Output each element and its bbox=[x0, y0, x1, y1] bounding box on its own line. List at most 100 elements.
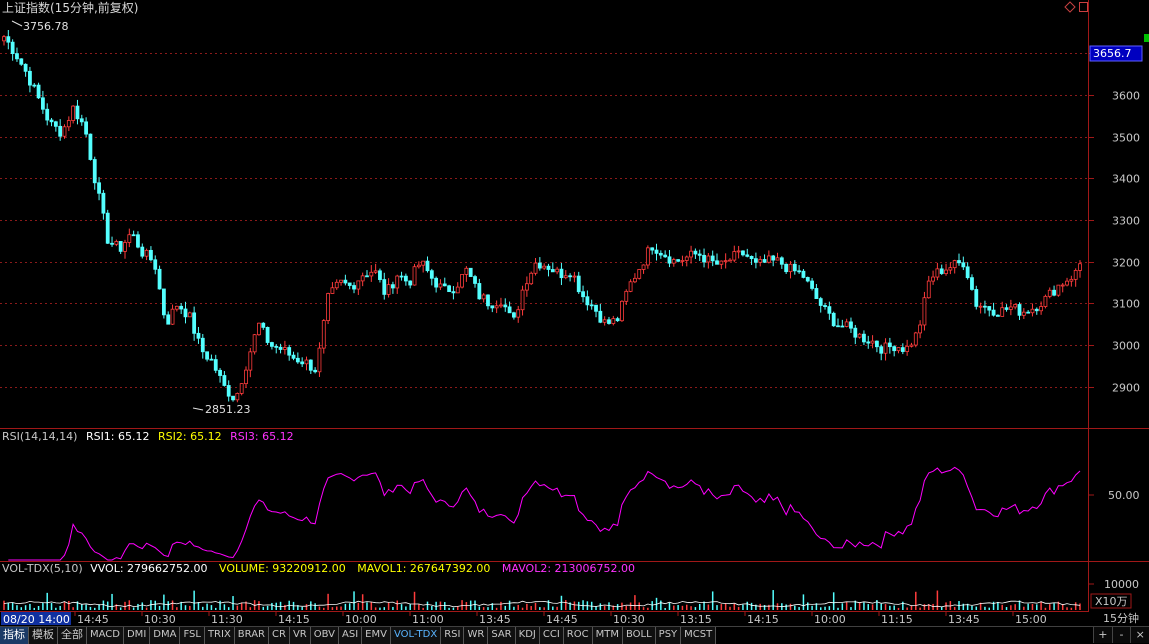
candle[interactable] bbox=[53, 120, 58, 132]
candle[interactable] bbox=[537, 257, 542, 271]
candle[interactable] bbox=[416, 261, 421, 269]
candle[interactable] bbox=[265, 326, 270, 345]
candle[interactable] bbox=[399, 271, 404, 281]
candle[interactable] bbox=[187, 311, 192, 318]
candle[interactable] bbox=[594, 304, 598, 318]
candle[interactable] bbox=[447, 284, 451, 293]
candle[interactable] bbox=[161, 288, 166, 319]
candle[interactable] bbox=[1013, 303, 1018, 310]
candle[interactable] bbox=[1069, 275, 1074, 287]
candle[interactable] bbox=[650, 247, 655, 255]
candle[interactable] bbox=[19, 58, 24, 66]
candle[interactable] bbox=[291, 351, 296, 361]
candle[interactable] bbox=[153, 255, 158, 275]
candle[interactable] bbox=[10, 39, 15, 61]
candle[interactable] bbox=[334, 279, 339, 290]
candle[interactable] bbox=[317, 342, 322, 377]
candle[interactable] bbox=[749, 255, 754, 265]
candle[interactable] bbox=[680, 255, 685, 267]
candle[interactable] bbox=[300, 357, 305, 368]
tab-dmi[interactable]: DMI bbox=[123, 627, 151, 644]
candle[interactable] bbox=[451, 286, 456, 300]
candle[interactable] bbox=[862, 330, 866, 345]
candle[interactable] bbox=[326, 292, 330, 324]
candle[interactable] bbox=[84, 117, 89, 137]
candle[interactable] bbox=[460, 274, 464, 289]
candle[interactable] bbox=[174, 305, 179, 312]
candle[interactable] bbox=[766, 250, 771, 264]
candle[interactable] bbox=[226, 380, 231, 402]
candle[interactable] bbox=[490, 305, 495, 313]
candle[interactable] bbox=[1030, 303, 1035, 317]
candle[interactable] bbox=[1021, 308, 1026, 319]
candle[interactable] bbox=[978, 302, 983, 314]
candle[interactable] bbox=[641, 264, 646, 274]
tab-boll[interactable]: BOLL bbox=[622, 627, 656, 644]
candle[interactable] bbox=[922, 291, 927, 331]
candle[interactable] bbox=[62, 124, 67, 139]
candle[interactable] bbox=[520, 285, 525, 316]
period-label[interactable]: 15分钟 bbox=[1093, 612, 1149, 626]
candle[interactable] bbox=[542, 263, 547, 270]
candle[interactable] bbox=[710, 250, 715, 267]
candle[interactable] bbox=[983, 300, 987, 314]
candle[interactable] bbox=[412, 263, 417, 286]
rsi-line[interactable] bbox=[8, 466, 1081, 561]
candle[interactable] bbox=[896, 347, 901, 354]
tab-kdj[interactable]: KDJ bbox=[515, 627, 540, 644]
candle[interactable] bbox=[572, 271, 577, 283]
candle[interactable] bbox=[974, 285, 979, 310]
candle[interactable] bbox=[244, 366, 248, 388]
candle[interactable] bbox=[1060, 282, 1065, 293]
candle[interactable] bbox=[831, 311, 836, 327]
candle[interactable] bbox=[36, 82, 41, 100]
candle[interactable] bbox=[408, 280, 413, 289]
candle[interactable] bbox=[775, 252, 780, 261]
candle[interactable] bbox=[442, 277, 447, 287]
candle[interactable] bbox=[1052, 285, 1056, 297]
candle[interactable] bbox=[330, 282, 335, 295]
candle[interactable] bbox=[633, 273, 637, 284]
candle[interactable] bbox=[970, 274, 974, 291]
candle[interactable] bbox=[965, 262, 970, 280]
candle[interactable] bbox=[1056, 284, 1061, 297]
candle[interactable] bbox=[304, 356, 309, 371]
candle[interactable] bbox=[136, 231, 140, 249]
candle[interactable] bbox=[499, 297, 503, 309]
candle[interactable] bbox=[788, 261, 793, 279]
candle[interactable] bbox=[840, 319, 845, 328]
candle[interactable] bbox=[598, 303, 603, 324]
tab-wr[interactable]: WR bbox=[464, 627, 489, 644]
candle[interactable] bbox=[706, 253, 711, 269]
candle[interactable] bbox=[810, 278, 814, 291]
candle[interactable] bbox=[239, 383, 244, 396]
tab-trix[interactable]: TRIX bbox=[204, 627, 235, 644]
candle[interactable] bbox=[157, 265, 162, 290]
candle[interactable] bbox=[1047, 287, 1052, 299]
candle[interactable] bbox=[343, 274, 348, 286]
candle[interactable] bbox=[741, 250, 745, 257]
tab-vol-tdx[interactable]: VOL-TDX bbox=[390, 627, 442, 644]
candle[interactable] bbox=[762, 254, 767, 263]
candle[interactable] bbox=[2, 34, 6, 46]
candle[interactable] bbox=[231, 395, 235, 402]
candle[interactable] bbox=[28, 66, 32, 93]
candle[interactable] bbox=[235, 392, 240, 403]
chart-canvas[interactable]: 370036003500340033003200310030002900 14:… bbox=[0, 0, 1149, 643]
candle[interactable] bbox=[179, 303, 184, 315]
tab-dma[interactable]: DMA bbox=[150, 627, 181, 644]
candle[interactable] bbox=[382, 272, 387, 300]
candle[interactable] bbox=[568, 273, 572, 282]
candle[interactable] bbox=[611, 315, 616, 326]
candle[interactable] bbox=[913, 331, 918, 348]
candle[interactable] bbox=[6, 30, 11, 50]
candle[interactable] bbox=[477, 278, 482, 300]
candle[interactable] bbox=[75, 99, 80, 125]
diamond-icon[interactable] bbox=[1064, 1, 1076, 13]
candle[interactable] bbox=[961, 256, 966, 271]
candle[interactable] bbox=[624, 289, 629, 305]
candle[interactable] bbox=[948, 262, 953, 275]
candle[interactable] bbox=[987, 306, 992, 317]
candle[interactable] bbox=[378, 268, 382, 283]
candle[interactable] bbox=[909, 342, 914, 348]
